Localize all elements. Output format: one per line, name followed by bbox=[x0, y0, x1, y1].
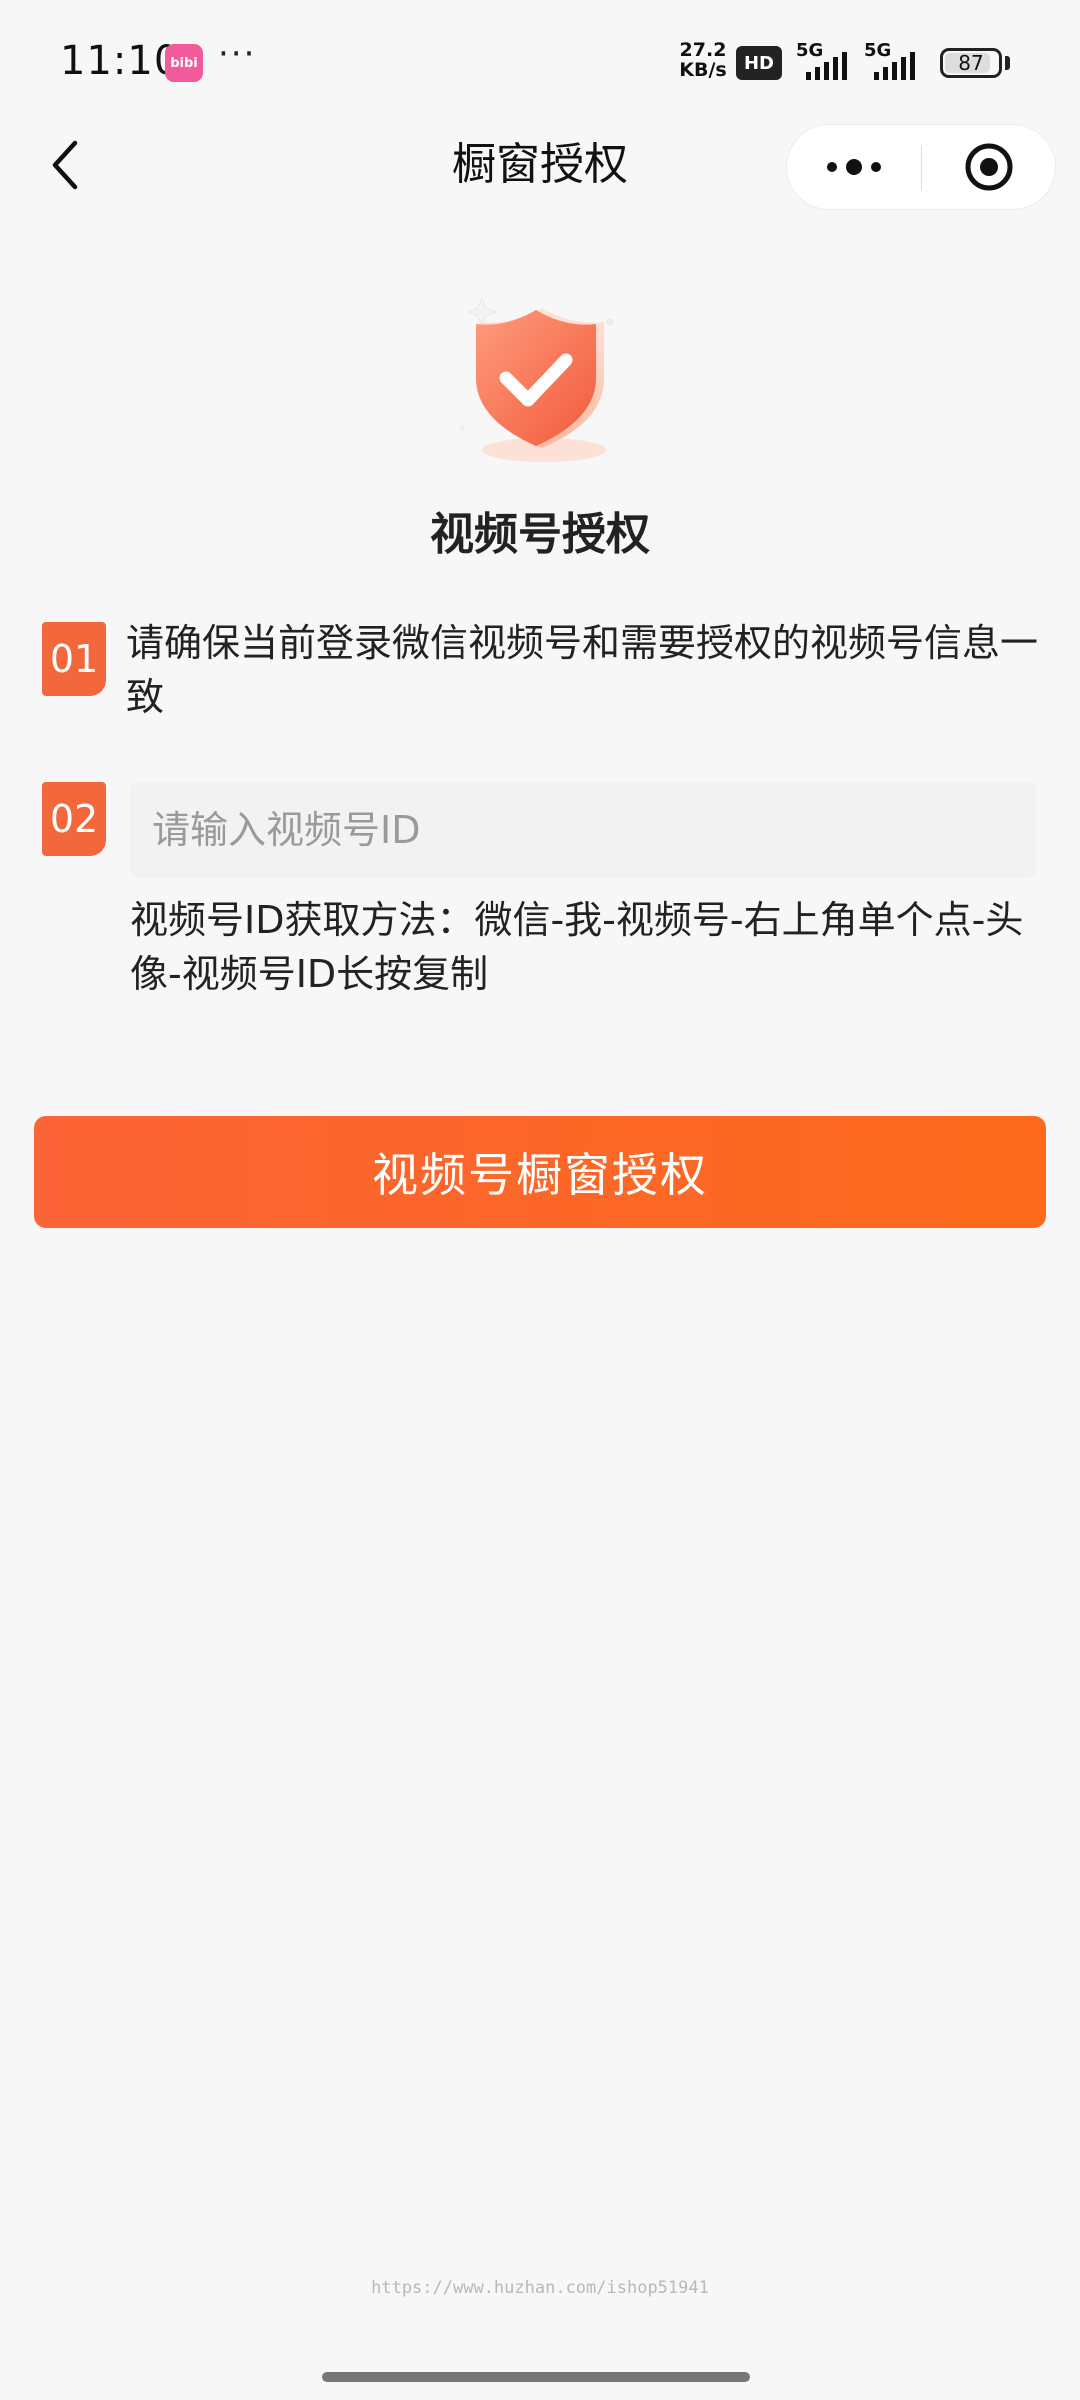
watermark-url: https://www.huzhan.com/ishop51941 bbox=[371, 2278, 709, 2298]
status-bar: 11:10 bibi ··· 27.2 KB/s HD 5G 5G 87 bbox=[0, 0, 1080, 120]
signal-icon-sim2: 5G bbox=[864, 40, 934, 84]
authorize-showcase-button[interactable]: 视频号橱窗授权 bbox=[34, 1116, 1046, 1228]
more-dots-icon bbox=[827, 159, 881, 175]
step-number-badge: 01 bbox=[42, 622, 106, 696]
step1-instruction: 请确保当前登录微信视频号和需要授权的视频号信息一致 bbox=[126, 621, 1039, 719]
battery-tip bbox=[1005, 56, 1010, 70]
network-speed-value: 27.2 bbox=[679, 39, 727, 61]
more-menu-button[interactable] bbox=[787, 125, 921, 209]
battery-level: 87 bbox=[958, 51, 984, 75]
hd-voice-icon: HD bbox=[736, 46, 782, 80]
back-button[interactable] bbox=[36, 135, 96, 195]
mini-program-capsule bbox=[786, 124, 1056, 210]
chevron-left-icon bbox=[52, 140, 78, 190]
signal-icon-sim1: 5G bbox=[796, 40, 866, 84]
network-speed: 27.2 KB/s bbox=[676, 40, 730, 80]
target-circle-icon bbox=[965, 143, 1013, 191]
more-notifications-icon: ··· bbox=[218, 34, 257, 74]
section-title: 视频号授权 bbox=[430, 509, 650, 560]
page-title: 橱窗授权 bbox=[452, 139, 628, 190]
step-number-badge: 02 bbox=[42, 782, 106, 856]
status-time: 11:10 bbox=[60, 38, 181, 84]
app-notification-icon: bibi bbox=[165, 44, 203, 82]
id-retrieval-hint: 视频号ID获取方法：微信-我-视频号-右上角单个点-头像-视频号ID长按复制 bbox=[130, 898, 1024, 996]
home-indicator[interactable] bbox=[322, 2372, 750, 2382]
network-speed-unit: KB/s bbox=[679, 59, 727, 81]
close-mini-program-button[interactable] bbox=[922, 125, 1056, 209]
video-account-id-input[interactable] bbox=[130, 782, 1036, 878]
shield-check-icon bbox=[420, 280, 660, 480]
battery-icon: 87 bbox=[940, 48, 1002, 78]
